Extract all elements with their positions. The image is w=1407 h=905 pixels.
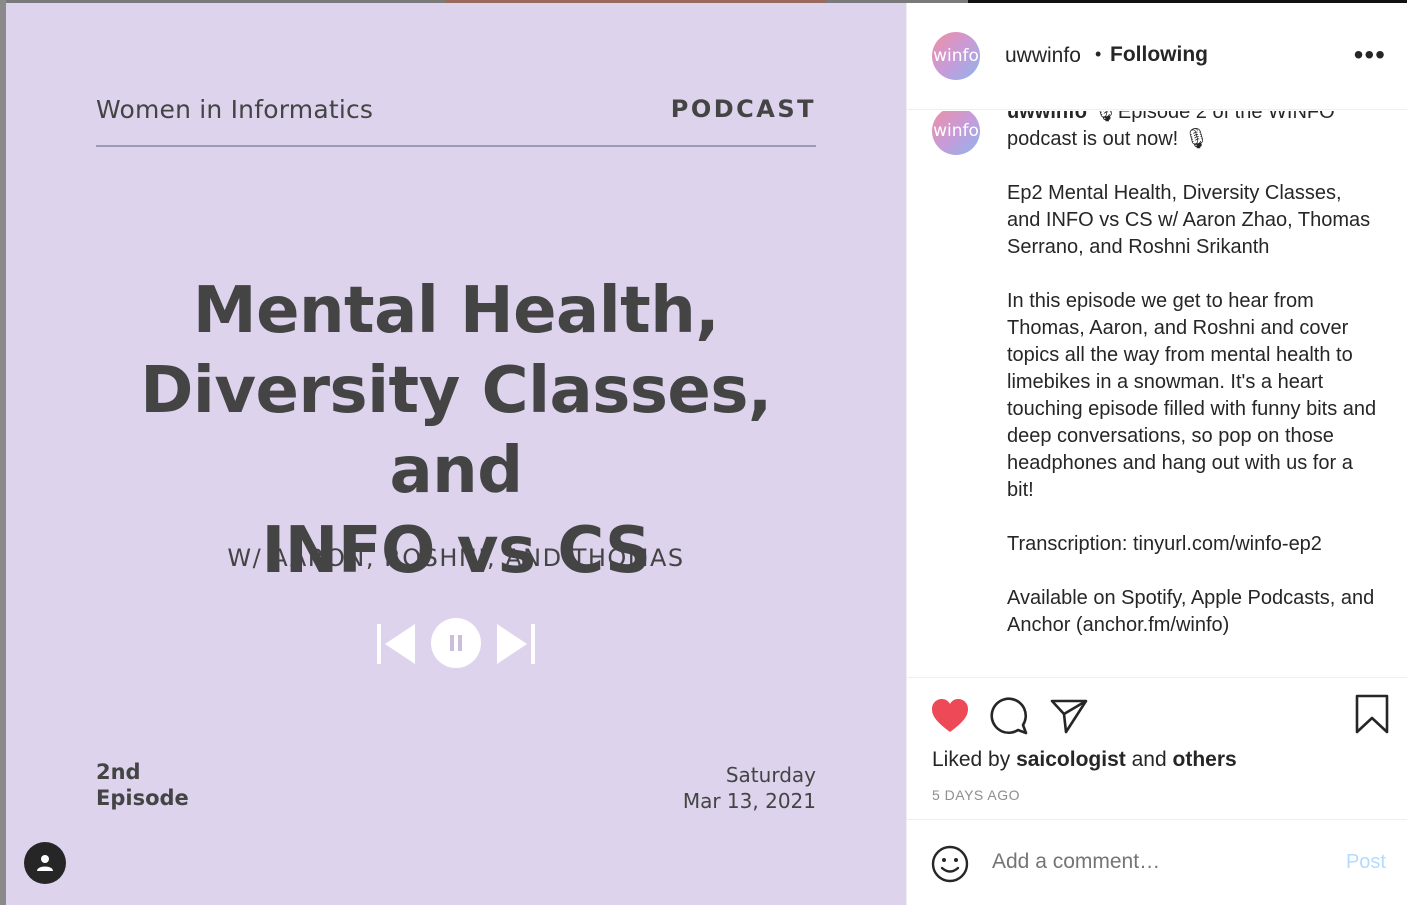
player-controls [371, 618, 541, 670]
headline-line: Mental Health, [192, 274, 720, 348]
comment-composer: Post [907, 819, 1407, 905]
avatar[interactable]: winfo [932, 32, 980, 80]
podcast-brand: Women in Informatics [96, 95, 374, 124]
likes-summary: Liked by saicologist and others [932, 748, 1237, 771]
pause-icon [431, 618, 481, 668]
post-side-panel: winfo uwwinfo • Following ••• winfo uwwi… [906, 3, 1407, 905]
post-image[interactable]: Women in Informatics PODCAST Mental Heal… [6, 3, 906, 905]
caption-body: 🎙Episode 2 of the WINFO podcast is out n… [1007, 111, 1377, 636]
episode-headline: Mental Health, Diversity Classes, and IN… [66, 271, 846, 591]
episode-guests: W/ AARON, ROSHNI, AND THOMAS [227, 544, 685, 572]
liked-by-others[interactable]: others [1173, 748, 1237, 771]
more-options-icon[interactable]: ••• [1354, 41, 1386, 69]
caption-text: uwwinfo 🎙Episode 2 of the WINFO podcast … [1007, 111, 1377, 639]
emoji-icon[interactable] [930, 844, 970, 884]
headline-line: Diversity Classes, and [140, 354, 772, 508]
following-button[interactable]: Following [1110, 43, 1208, 67]
post-actions: Liked by saicologist and others 5 DAYS A… [907, 677, 1407, 819]
post-header: winfo uwwinfo • Following ••• [907, 3, 1407, 110]
post-comment-button[interactable]: Post [1346, 851, 1386, 874]
bookmark-icon[interactable] [1354, 694, 1390, 734]
user-icon [37, 855, 53, 871]
share-icon[interactable] [1049, 696, 1089, 736]
skip-previous-icon [377, 624, 415, 664]
tagged-users-button[interactable] [24, 842, 66, 884]
heart-icon[interactable] [930, 696, 970, 736]
caption-area: winfo uwwinfo 🎙Episode 2 of the WINFO po… [907, 111, 1407, 677]
caption-username[interactable]: uwwinfo [1007, 111, 1087, 123]
post-timestamp[interactable]: 5 DAYS AGO [932, 787, 1020, 803]
comment-icon[interactable] [989, 696, 1029, 736]
episode-number: 2nd Episode [96, 760, 189, 810]
header-username[interactable]: uwwinfo [1005, 44, 1081, 68]
caption-avatar[interactable]: winfo [932, 111, 980, 155]
separator-dot: • [1095, 44, 1102, 64]
episode-date: Saturday Mar 13, 2021 [682, 763, 816, 813]
liked-by-user[interactable]: saicologist [1016, 748, 1126, 771]
skip-next-icon [497, 624, 535, 664]
comment-input[interactable] [992, 850, 1322, 874]
divider [96, 145, 816, 147]
podcast-label: PODCAST [670, 95, 816, 123]
